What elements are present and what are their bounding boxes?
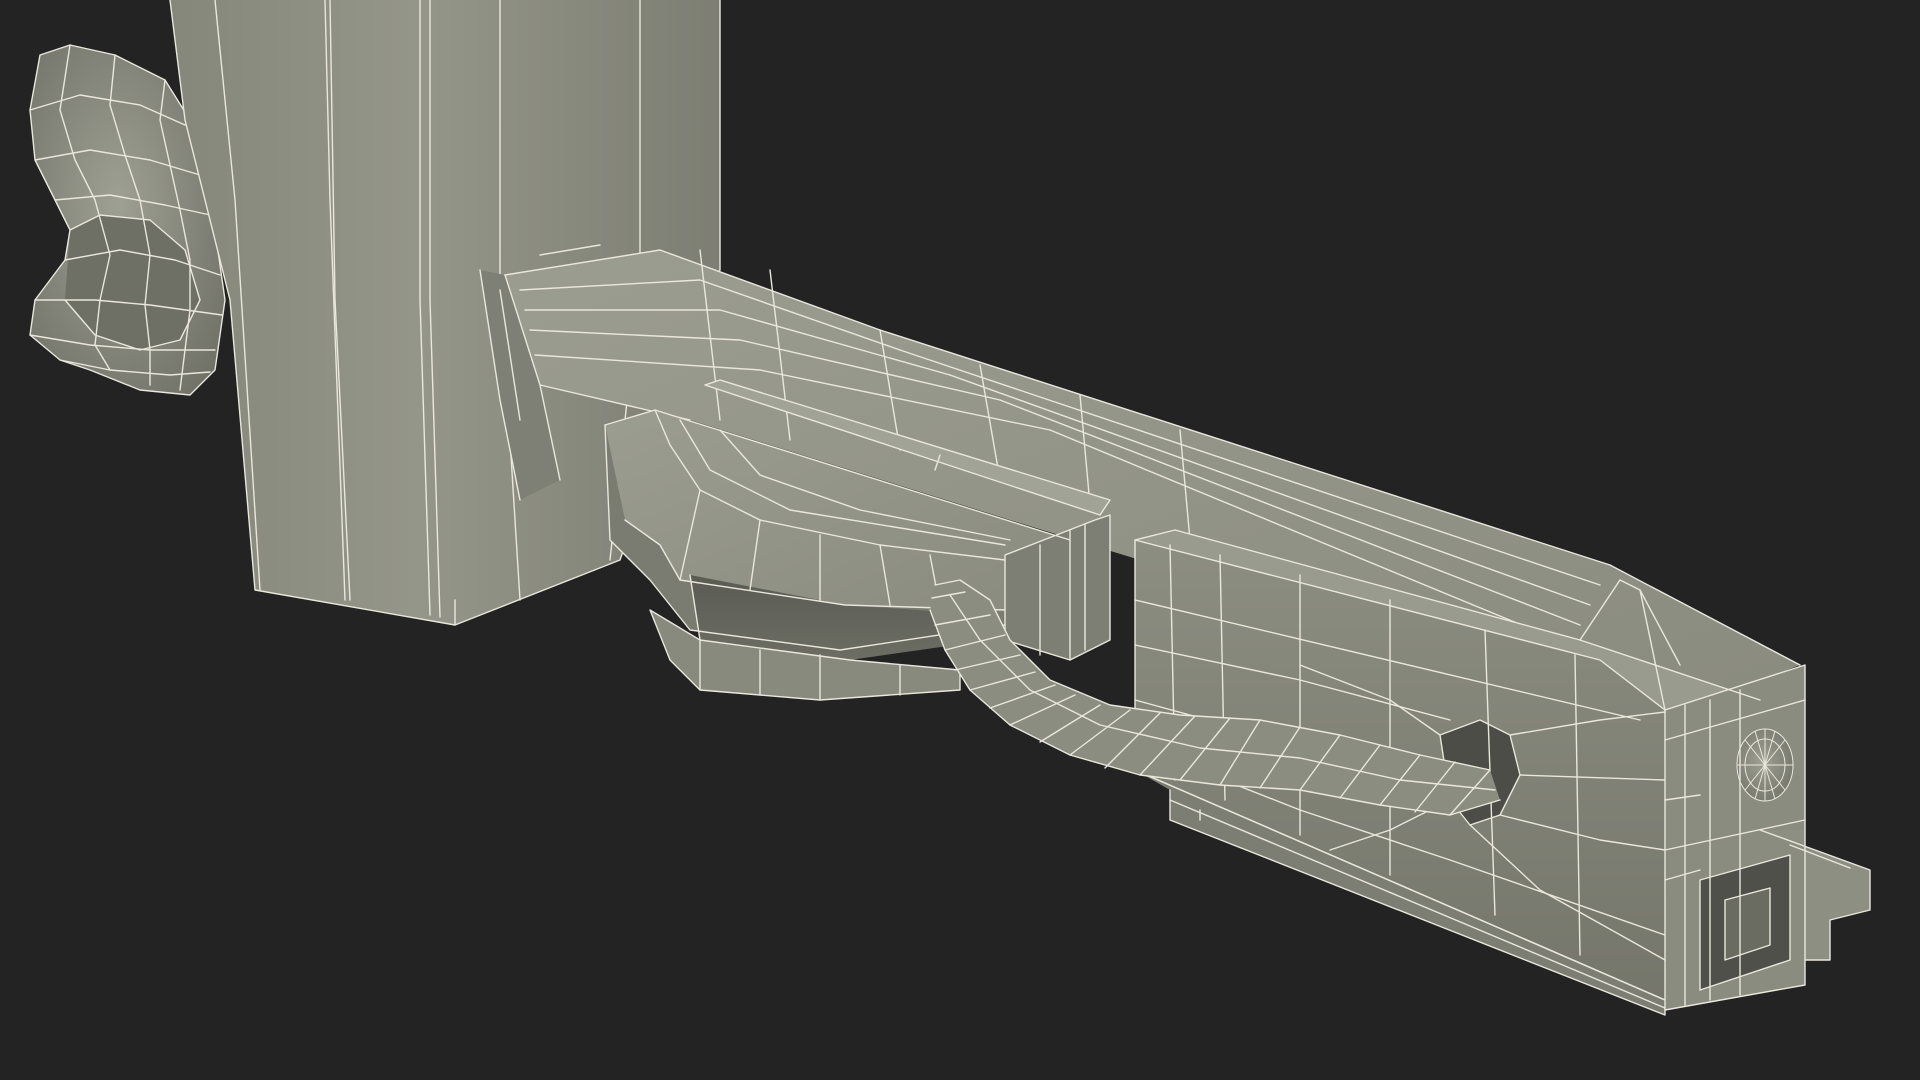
end-knob-spokes bbox=[1736, 728, 1794, 802]
render-viewport bbox=[0, 0, 1920, 1080]
model-render bbox=[29, 0, 1871, 1016]
